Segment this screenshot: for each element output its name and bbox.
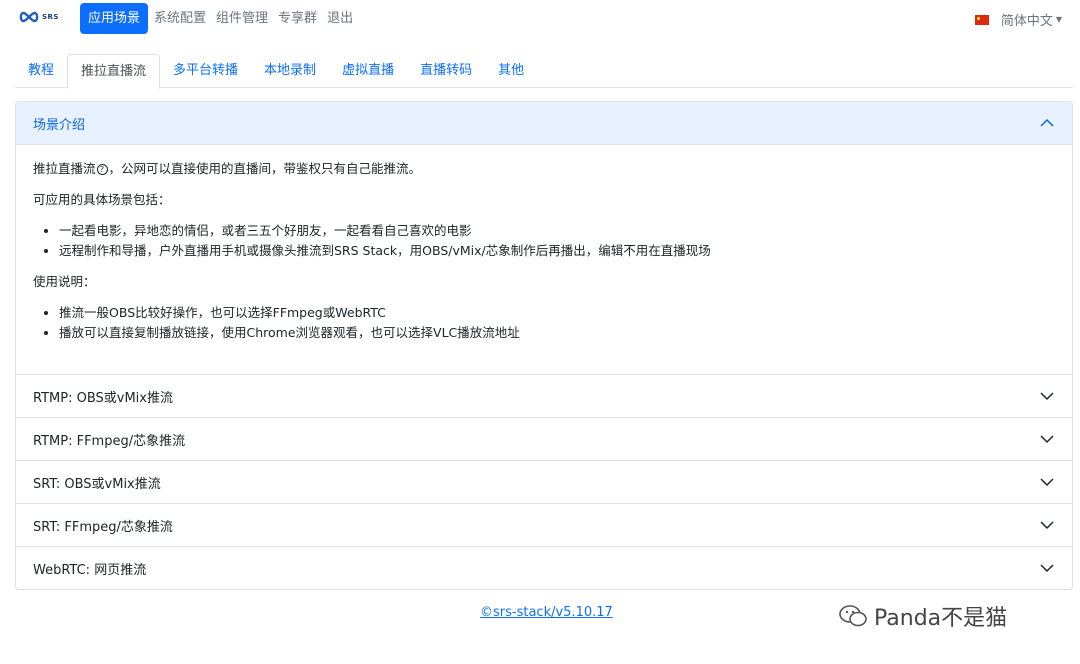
accordion-header-rtmp-obs[interactable]: RTMP: OBS或vMix推流	[16, 374, 1072, 417]
nav-item-system-config[interactable]: 系统配置	[150, 3, 210, 34]
intro-text-b: ，公网可以直接使用的直播间，带鉴权只有自己能推流。	[108, 161, 422, 176]
wechat-icon	[839, 605, 867, 627]
chevron-down-icon	[1040, 392, 1054, 401]
list-item: 播放可以直接复制播放链接，使用Chrome浏览器观看，也可以选择VLC播放流地址	[59, 323, 1055, 343]
usage-label: 使用说明：	[33, 274, 96, 289]
nav-item-exclusive-group[interactable]: 专享群	[274, 3, 321, 34]
accordion-title-intro: 场景介绍	[33, 117, 86, 133]
chevron-up-icon	[1040, 118, 1054, 127]
intro-text-a: 推拉直播流	[33, 161, 96, 176]
scenes-label: 可应用的具体场景包括：	[33, 192, 171, 207]
accordion-title: RTMP: OBS或vMix推流	[33, 390, 173, 406]
tab-transcode[interactable]: 直播转码	[407, 54, 485, 88]
accordion-title: WebRTC: 网页推流	[33, 562, 147, 578]
version-link[interactable]: ©srs-stack/v5.10.17	[480, 605, 613, 620]
accordion-title: SRT: FFmpeg/芯象推流	[33, 519, 173, 535]
intro-description: 推拉直播流? ，公网可以直接使用的直播间，带鉴权只有自己能推流。	[33, 159, 1055, 179]
accordion-header-rtmp-ffmpeg[interactable]: RTMP: FFmpeg/芯象推流	[16, 417, 1072, 460]
top-navbar: SRS 应用场景 系统配置 组件管理 专享群 退出 简体中文 ▼	[0, 0, 1080, 38]
infinity-logo-icon	[19, 11, 39, 23]
accordion-header-srt-obs[interactable]: SRT: OBS或vMix推流	[16, 460, 1072, 503]
tab-other[interactable]: 其他	[485, 54, 537, 88]
language-dropdown[interactable]: 简体中文 ▼	[974, 10, 1062, 29]
chevron-down-icon	[1040, 521, 1054, 530]
list-item: 一起看电影，异地恋的情侣，或者三五个好朋友，一起看看自己喜欢的电影	[59, 221, 1055, 241]
help-question-icon[interactable]: ?	[96, 164, 108, 175]
main-nav: 应用场景 系统配置 组件管理 专享群 退出	[80, 3, 359, 34]
tab-multi-platform[interactable]: 多平台转播	[160, 54, 251, 88]
accordion-body-intro: 推拉直播流? ，公网可以直接使用的直播间，带鉴权只有自己能推流。 可应用的具体场景…	[16, 145, 1072, 374]
scenario-accordion: 场景介绍 推拉直播流? ，公网可以直接使用的直播间，带鉴权只有自己能推流。 可应用…	[15, 101, 1073, 590]
chevron-down-icon	[1040, 478, 1054, 487]
accordion-title: SRT: OBS或vMix推流	[33, 476, 161, 492]
chevron-down-icon	[1040, 435, 1054, 444]
tab-tutorial[interactable]: 教程	[15, 54, 67, 88]
accordion-header-srt-ffmpeg[interactable]: SRT: FFmpeg/芯象推流	[16, 503, 1072, 546]
nav-item-scenarios[interactable]: 应用场景	[80, 3, 149, 34]
tab-live-streaming[interactable]: 推拉直播流	[67, 54, 161, 89]
tab-local-record[interactable]: 本地录制	[251, 54, 329, 88]
srs-logo[interactable]: SRS	[18, 11, 59, 23]
language-label: 简体中文	[1000, 14, 1053, 29]
accordion-header-intro[interactable]: 场景介绍	[16, 102, 1072, 145]
list-item: 远程制作和导播，户外直播用手机或摄像头推流到SRS Stack，用OBS/vMi…	[59, 241, 1055, 261]
watermark: Panda不是猫	[838, 600, 1007, 632]
watermark-text: Panda不是猫	[874, 606, 1008, 631]
china-flag-icon	[974, 14, 989, 25]
caret-down-icon: ▼	[1055, 15, 1062, 24]
accordion-title: RTMP: FFmpeg/芯象推流	[33, 433, 186, 449]
nav-item-components[interactable]: 组件管理	[212, 3, 272, 34]
logo-text: SRS	[42, 13, 59, 21]
tab-virtual-live[interactable]: 虚拟直播	[329, 54, 407, 88]
accordion-header-webrtc[interactable]: WebRTC: 网页推流	[16, 546, 1072, 589]
usage-list: 推流一般OBS比较好操作，也可以选择FFmpeg或WebRTC 播放可以直接复制…	[59, 303, 1055, 343]
chevron-down-icon	[1040, 564, 1054, 573]
nav-item-logout[interactable]: 退出	[323, 3, 357, 34]
list-item: 推流一般OBS比较好操作，也可以选择FFmpeg或WebRTC	[59, 303, 1055, 323]
scenes-list: 一起看电影，异地恋的情侣，或者三五个好朋友，一起看看自己喜欢的电影 远程制作和导…	[59, 221, 1055, 261]
scenario-tabs: 教程 推拉直播流 多平台转播 本地录制 虚拟直播 直播转码 其他	[15, 54, 1073, 89]
